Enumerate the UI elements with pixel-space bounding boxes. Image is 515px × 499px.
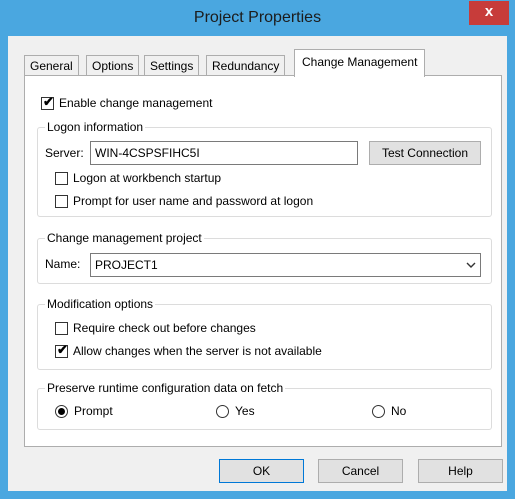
window-title: Project Properties bbox=[193, 9, 322, 26]
checkmark-icon: ✔ bbox=[57, 342, 68, 357]
tab-change-management[interactable]: Change Management bbox=[294, 49, 426, 77]
tab-redundancy[interactable]: Redundancy bbox=[206, 55, 286, 76]
change-management-project-legend: Change management project bbox=[45, 231, 204, 245]
close-button[interactable]: x bbox=[469, 1, 509, 25]
prompt-credentials-label[interactable]: Prompt for user name and password at log… bbox=[73, 194, 313, 208]
no-radio[interactable] bbox=[372, 405, 385, 418]
yes-radio-label[interactable]: Yes bbox=[235, 404, 255, 418]
server-label: Server: bbox=[45, 146, 84, 160]
no-radio-label[interactable]: No bbox=[391, 404, 406, 418]
prompt-radio-label[interactable]: Prompt bbox=[74, 404, 113, 418]
logon-information-group: Logon information Server: WIN-4CSPSFIHC5… bbox=[37, 120, 492, 217]
require-checkout-label[interactable]: Require check out before changes bbox=[73, 321, 256, 335]
logon-information-legend: Logon information bbox=[45, 120, 146, 134]
checkmark-icon: ✔ bbox=[43, 94, 54, 109]
change-management-panel: ✔ Enable change management Logon informa… bbox=[24, 75, 502, 447]
preserve-runtime-legend: Preserve runtime configuration data on f… bbox=[45, 381, 286, 395]
modification-options-legend: Modification options bbox=[45, 297, 156, 311]
help-button[interactable]: Help bbox=[418, 459, 503, 483]
tab-settings[interactable]: Settings bbox=[144, 55, 200, 76]
logon-at-startup-label[interactable]: Logon at workbench startup bbox=[73, 171, 221, 185]
yes-radio[interactable] bbox=[216, 405, 229, 418]
prompt-credentials-checkbox[interactable] bbox=[55, 195, 68, 208]
enable-change-management-checkbox[interactable]: ✔ bbox=[41, 94, 54, 110]
tab-options[interactable]: Options bbox=[86, 55, 140, 76]
require-checkout-checkbox[interactable] bbox=[55, 322, 68, 335]
project-name-label: Name: bbox=[45, 257, 81, 271]
server-input[interactable]: WIN-4CSPSFIHC5I bbox=[90, 141, 358, 165]
chevron-down-icon[interactable] bbox=[465, 254, 477, 276]
radio-selected-dot bbox=[58, 408, 65, 415]
preserve-runtime-group: Preserve runtime configuration data on f… bbox=[37, 381, 492, 430]
modification-options-group: Modification options Require check out b… bbox=[37, 297, 492, 370]
test-connection-button[interactable]: Test Connection bbox=[369, 141, 481, 165]
prompt-radio[interactable] bbox=[55, 405, 68, 418]
title-bar[interactable]: Project Properties x bbox=[0, 0, 515, 36]
allow-changes-offline-label[interactable]: Allow changes when the server is not ava… bbox=[73, 344, 322, 358]
logon-at-startup-checkbox[interactable] bbox=[55, 172, 68, 185]
allow-changes-offline-checkbox[interactable]: ✔ bbox=[55, 342, 68, 358]
ok-button[interactable]: OK bbox=[219, 459, 304, 483]
project-name-value: PROJECT1 bbox=[95, 258, 158, 272]
tab-general[interactable]: General bbox=[24, 55, 79, 76]
project-name-dropdown[interactable]: PROJECT1 bbox=[90, 253, 481, 277]
cancel-button[interactable]: Cancel bbox=[318, 459, 403, 483]
close-icon: x bbox=[484, 3, 494, 20]
enable-change-management-label[interactable]: Enable change management bbox=[59, 96, 212, 110]
change-management-project-group: Change management project Name: PROJECT1 bbox=[37, 231, 492, 284]
